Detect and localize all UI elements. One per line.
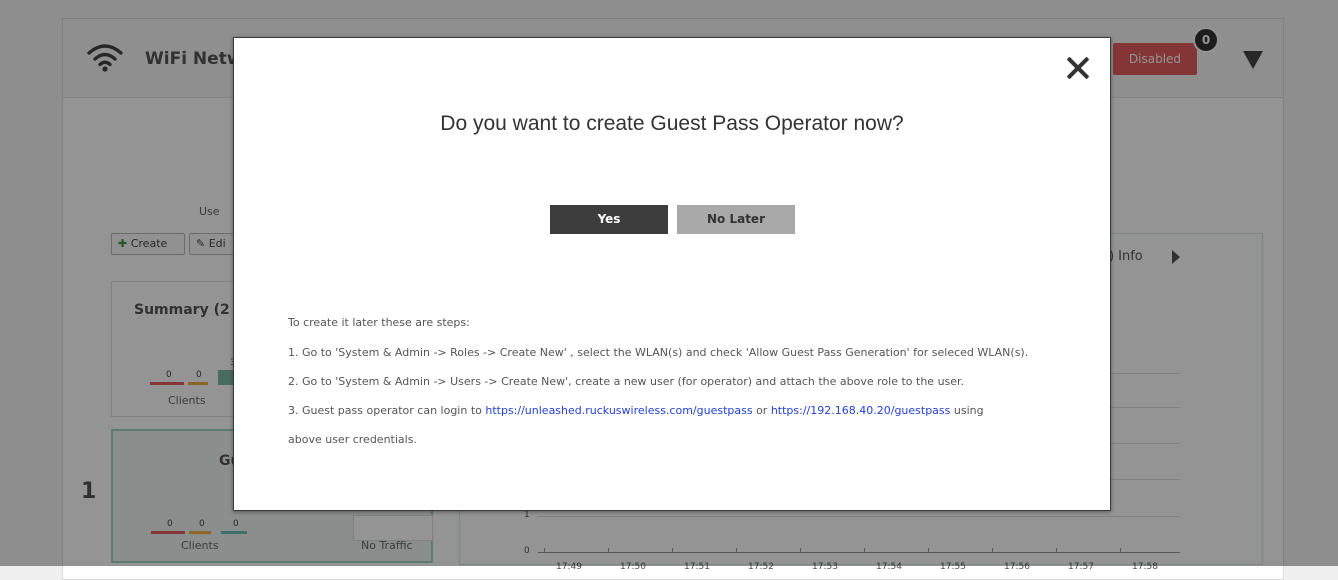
no-later-button[interactable]: No Later bbox=[677, 205, 795, 234]
step-3-text: 3. Guest pass operator can login to bbox=[288, 404, 486, 417]
step-3-or: or bbox=[752, 404, 771, 417]
close-icon[interactable] bbox=[1064, 54, 1092, 82]
yes-button[interactable]: Yes bbox=[550, 205, 668, 234]
dialog-question: Do you want to create Guest Pass Operato… bbox=[440, 112, 904, 135]
step-3-continued: above user credentials. bbox=[288, 433, 417, 446]
steps-intro: To create it later these are steps: bbox=[288, 316, 470, 329]
ip-guestpass-link[interactable]: https://192.168.40.20/guestpass bbox=[771, 404, 951, 417]
step-3-suffix: using bbox=[950, 404, 984, 417]
step-1: 1. Go to 'System & Admin -> Roles -> Cre… bbox=[288, 346, 1029, 359]
guest-pass-operator-dialog: Do you want to create Guest Pass Operato… bbox=[233, 37, 1111, 511]
step-3: 3. Guest pass operator can login to http… bbox=[288, 404, 984, 417]
unleashed-guestpass-link[interactable]: https://unleashed.ruckuswireless.com/gue… bbox=[485, 404, 752, 417]
step-2: 2. Go to 'System & Admin -> Users -> Cre… bbox=[288, 375, 965, 388]
